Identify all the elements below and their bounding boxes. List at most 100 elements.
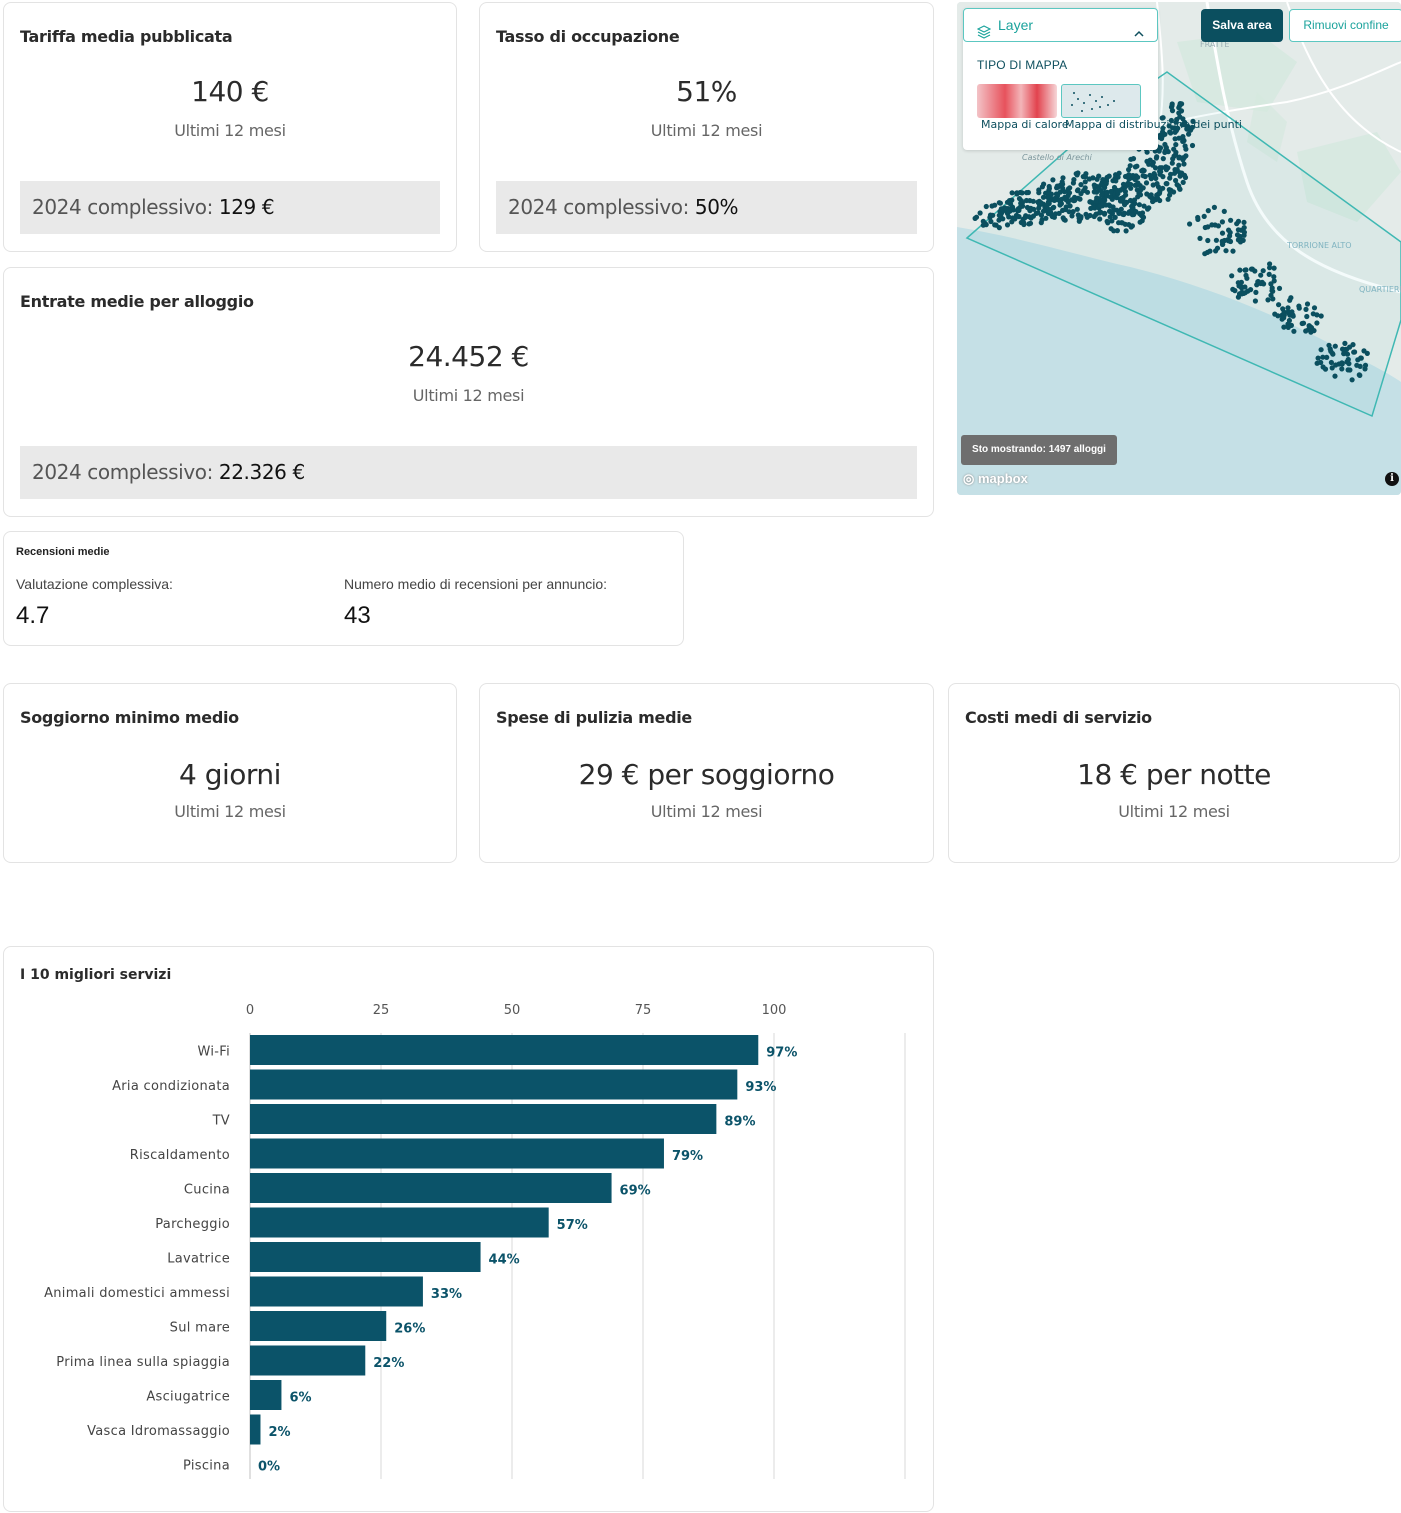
listing-dot (1311, 305, 1318, 311)
listing-dot (1248, 287, 1254, 293)
listing-dot (1144, 191, 1150, 197)
listing-dot (1135, 180, 1141, 186)
listing-dot (1094, 176, 1100, 182)
listing-dot (1140, 173, 1146, 179)
kpi-period: Ultimi 12 mesi (650, 802, 763, 821)
bar[interactable] (250, 1414, 261, 1445)
bar[interactable] (250, 1380, 282, 1410)
listing-dot (1126, 172, 1132, 178)
listing-dot (1039, 184, 1045, 190)
listing-dot (1137, 219, 1143, 225)
card-title: Soggiorno minimo medio (20, 708, 239, 727)
listing-dot (1235, 227, 1241, 233)
value-label: 89% (724, 1114, 755, 1129)
listing-dot (1164, 148, 1170, 154)
bar[interactable] (250, 1276, 423, 1307)
listing-dot (1057, 202, 1063, 208)
listing-dot (1027, 220, 1034, 226)
place-label-castello: Castello di Arechi (1022, 153, 1093, 162)
heatmap-thumbnail[interactable] (977, 84, 1057, 118)
listing-dot (1350, 342, 1356, 348)
value-label: 93% (745, 1080, 776, 1095)
listing-dot (1265, 297, 1271, 303)
listing-dot (1036, 190, 1042, 196)
listing-dot (1315, 355, 1321, 361)
reviews-title: Recensioni medie (16, 546, 110, 558)
listing-dot (1062, 194, 1068, 200)
dots-map-label[interactable]: Mappa di distribuzione dei punti (1065, 118, 1242, 131)
listing-dot (1249, 266, 1255, 272)
listing-dot (1209, 222, 1215, 228)
listing-dot (1235, 218, 1242, 224)
listing-dot (1070, 180, 1076, 186)
listing-dot (1122, 202, 1128, 208)
listing-dot (1167, 175, 1173, 181)
bar[interactable] (250, 1035, 759, 1065)
bar[interactable] (250, 1345, 366, 1376)
listing-dot (1268, 292, 1274, 298)
layer-toggle-button[interactable]: Layer (963, 8, 1158, 42)
listing-dot (1084, 214, 1090, 220)
listing-dot (1154, 195, 1161, 201)
bar[interactable] (250, 1173, 612, 1203)
listing-dot (1173, 142, 1179, 148)
listing-dot (1129, 223, 1135, 229)
heatmap-label[interactable]: Mappa di calore (981, 118, 1069, 131)
listing-dot (1213, 237, 1219, 243)
bar[interactable] (250, 1138, 664, 1169)
listing-dot (1232, 288, 1238, 294)
value-label: 57% (557, 1218, 588, 1233)
value-label: 97% (766, 1045, 797, 1060)
kpi-period: Ultimi 12 mesi (174, 802, 286, 821)
listing-dot (1333, 362, 1339, 368)
listing-dot (977, 210, 983, 216)
listing-dot (1178, 108, 1185, 114)
bar[interactable] (250, 1207, 549, 1238)
mapbox-logo[interactable]: ◎ mapbox (963, 471, 1028, 487)
overall-rating-value: 4.7 (16, 602, 50, 629)
bar[interactable] (250, 1311, 387, 1341)
mapbox-wordmark: mapbox (977, 471, 1028, 486)
dots-map-thumbnail[interactable] (1061, 84, 1141, 118)
remove-boundary-button[interactable]: Rimuovi confine (1289, 9, 1401, 42)
listing-dot (1342, 340, 1348, 346)
bar[interactable] (250, 1242, 481, 1272)
listing-dot (1361, 348, 1367, 354)
kpi-value: 4 giorni (179, 758, 281, 791)
listing-dot (1006, 208, 1012, 214)
listing-dot (1044, 203, 1050, 209)
listing-dot (1108, 188, 1114, 195)
listing-dot (1116, 170, 1122, 176)
listing-dot (1342, 348, 1348, 354)
listing-dot (1130, 156, 1137, 162)
listing-dot (1137, 192, 1144, 198)
kpi-value: 29 € per soggiorno (578, 758, 835, 791)
listing-dot (1180, 157, 1186, 163)
category-label: Asciugatrice (146, 1389, 230, 1404)
listing-dot (1235, 280, 1241, 286)
listing-dot (1108, 226, 1114, 232)
listing-dot (1139, 168, 1145, 174)
listing-dot (1090, 204, 1096, 211)
year-value: 22.326 € (218, 460, 305, 484)
occupazione-card: Tasso di occupazione 51% Ultimi 12 mesi … (479, 2, 934, 252)
listing-dot (1099, 192, 1105, 198)
listing-dot (1153, 155, 1159, 161)
listing-dot (1269, 285, 1275, 291)
listing-dot (1252, 298, 1258, 304)
x-tick-label: 50 (504, 1003, 521, 1018)
listings-map[interactable]: FRATTE Castello di Arechi TORRIONE ALTO … (957, 2, 1401, 495)
listing-dot (1280, 306, 1286, 312)
listing-dot (1136, 202, 1142, 208)
listing-dot (1299, 320, 1305, 327)
bar[interactable] (250, 1069, 738, 1100)
value-label: 0% (258, 1459, 280, 1474)
listing-dot (1276, 302, 1282, 308)
save-area-button[interactable]: Salva area (1201, 9, 1283, 42)
bar[interactable] (250, 1104, 717, 1134)
listing-dot (1101, 211, 1108, 217)
listing-dot (1040, 208, 1047, 214)
listing-dot (1288, 295, 1294, 301)
info-icon[interactable]: i (1385, 472, 1399, 486)
listing-dot (1104, 218, 1110, 224)
